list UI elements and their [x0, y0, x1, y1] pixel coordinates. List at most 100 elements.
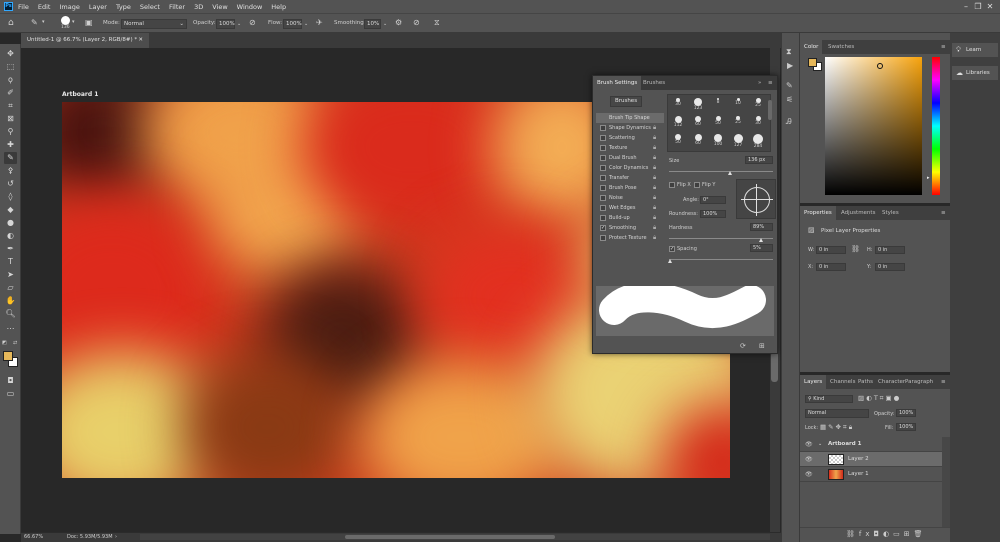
chevron-down-icon[interactable]: ⌄ [237, 19, 241, 29]
chevron-down-icon[interactable]: ⌄ [304, 19, 308, 29]
vertical-scroll-thumb[interactable] [771, 352, 778, 382]
brush-tip-preset[interactable]: 123 [691, 97, 705, 111]
roundness-field[interactable]: 100% [700, 210, 726, 218]
lock-icon[interactable]: 🔒︎ [653, 173, 656, 183]
brush-setting-item[interactable]: Protect Texture 🔒︎ [596, 233, 664, 243]
screen-mode-icon[interactable]: ▭ [4, 388, 17, 400]
type-tool-icon[interactable]: T [4, 256, 17, 268]
brush-tip-grid[interactable]: 30 123 8 10 25 112 60 50 25 30 50 60 100 127 284 [667, 94, 771, 152]
actions-panel-icon[interactable]: ▶ [787, 61, 793, 70]
panel-menu-icon[interactable]: ≡ [764, 76, 777, 90]
hand-tool-icon[interactable]: ✋ [4, 295, 17, 307]
symmetry-icon[interactable]: ⧖ [434, 18, 440, 28]
menu-type[interactable]: Type [116, 3, 131, 11]
opacity-field[interactable]: 100% [216, 19, 235, 29]
brush-setting-checkbox[interactable] [600, 215, 606, 221]
history-brush-tool-icon[interactable]: ↺ [4, 178, 17, 190]
lock-icon[interactable]: 🔒︎ [653, 223, 656, 233]
blend-mode-dropdown[interactable]: Normal [805, 409, 869, 418]
lock-icon[interactable]: 🔒︎ [653, 213, 656, 223]
crop-tool-icon[interactable]: ⌗ [4, 100, 17, 112]
brush-setting-item[interactable]: ✓ Smoothing 🔒︎ [596, 223, 664, 233]
menu-filter[interactable]: Filter [169, 3, 185, 11]
close-tab-icon[interactable]: ✕ [138, 33, 143, 48]
spacing-slider-track[interactable] [669, 259, 773, 260]
size-slider-thumb[interactable] [728, 171, 732, 175]
brush-tip-preset[interactable]: 30 [751, 115, 765, 129]
glyphs-panel-icon[interactable]: Ꭿ [786, 117, 792, 127]
filter-kind-dropdown[interactable]: ⚲ Kind [805, 395, 853, 403]
tab-brush-settings[interactable]: Brush Settings [593, 76, 642, 90]
flip-y-checkbox[interactable] [694, 182, 700, 188]
tab-color[interactable]: Color [800, 40, 823, 54]
lock-icon[interactable]: 🔒︎ [653, 153, 656, 163]
brush-tip-preset[interactable]: 10 [731, 97, 745, 111]
lock-icon[interactable]: 🔒︎ [653, 143, 656, 153]
brush-settings-panel-icon[interactable]: ⚟ [786, 95, 793, 104]
layers-footer-icons[interactable]: ⛓fx◘◐▭⊞🗑︎ [846, 530, 927, 538]
document-tab[interactable]: Untitled-1 @ 66.7% (Layer 2, RGB/8#) * ✕ [21, 33, 149, 48]
brush-setting-item[interactable]: Build-up 🔒︎ [596, 213, 664, 223]
brush-setting-item[interactable]: Texture 🔒︎ [596, 143, 664, 153]
quick-mask-icon[interactable]: ◘ [4, 375, 17, 387]
h-field[interactable]: 0 in [875, 246, 905, 254]
panel-menu-icon[interactable]: ≡ [937, 40, 950, 54]
brush-preset-chevron-icon[interactable]: ▾ [42, 17, 45, 27]
brush-setting-item[interactable]: Shape Dynamics 🔒︎ [596, 123, 664, 133]
menu-layer[interactable]: Layer [89, 3, 107, 11]
brush-tool-icon[interactable]: ✎ [31, 18, 38, 28]
horizontal-scroll-thumb[interactable] [345, 535, 555, 539]
brushes-button[interactable]: Brushes [610, 96, 642, 107]
brush-setting-item[interactable]: Brush Tip Shape [596, 113, 664, 123]
panel-menu-icon[interactable]: ≡ [937, 206, 950, 220]
menu-help[interactable]: Help [271, 3, 286, 11]
brush-tip-preset[interactable]: 284 [751, 133, 765, 149]
swap-colors-icon[interactable]: ⇄ [13, 340, 17, 346]
brush-setting-checkbox[interactable] [600, 235, 606, 241]
spacing-field[interactable]: 5% [750, 244, 773, 252]
brush-setting-checkbox[interactable] [600, 195, 606, 201]
path-selection-tool-icon[interactable]: ➤ [4, 269, 17, 281]
brush-tip-preset[interactable]: 25 [731, 115, 745, 129]
minimize-button[interactable]: – [960, 2, 972, 11]
brush-settings-toggle-icon[interactable]: ▣ [85, 18, 93, 28]
brush-tip-preset[interactable]: 25 [751, 97, 765, 111]
pressure-opacity-icon[interactable]: ⊘ [249, 18, 256, 28]
link-icon[interactable]: ⛓ [851, 245, 860, 253]
visibility-eye-icon[interactable]: 👁︎ [805, 452, 813, 467]
toggle-live-tip-icon[interactable]: ⟳ [740, 342, 746, 350]
restore-button[interactable]: ❐ [972, 2, 984, 11]
mode-dropdown[interactable]: Normal ⌄ [121, 19, 187, 29]
lock-icon[interactable]: 🔒︎ [653, 133, 656, 143]
layers-opacity-field[interactable]: 100% [896, 409, 916, 417]
brush-setting-item[interactable]: Dual Brush 🔒︎ [596, 153, 664, 163]
brush-setting-checkbox[interactable] [600, 155, 606, 161]
clone-stamp-tool-icon[interactable]: ⚴ [4, 165, 17, 177]
color-picker-ring[interactable] [877, 63, 883, 69]
hardness-slider-thumb[interactable] [759, 238, 763, 242]
tip-grid-scroll-thumb[interactable] [768, 100, 772, 120]
doc-info[interactable]: Doc: 5.93M/5.93M [67, 534, 113, 540]
brush-tip-preset[interactable]: 60 [691, 133, 705, 147]
default-colors-icon[interactable]: ◩ [2, 340, 7, 346]
fg-color-chip[interactable] [808, 58, 817, 67]
create-new-brush-icon[interactable]: ⊞ [759, 342, 765, 350]
healing-brush-tool-icon[interactable]: ✚ [4, 139, 17, 151]
x-field[interactable]: 0 in [816, 263, 846, 271]
zoom-level[interactable]: 66.67% [24, 534, 43, 540]
brush-setting-item[interactable]: Color Dynamics 🔒︎ [596, 163, 664, 173]
menu-3d[interactable]: 3D [194, 3, 203, 11]
brush-setting-checkbox[interactable] [600, 165, 606, 171]
libraries-button[interactable]: ☁︎ Libraries [952, 66, 998, 80]
frame-tool-icon[interactable]: ⊠ [4, 113, 17, 125]
tab-paragraph[interactable]: Paragraph [901, 375, 937, 389]
blur-tool-icon[interactable]: ● [4, 217, 17, 229]
chevron-down-icon[interactable]: ⌄ [383, 19, 387, 29]
brush-tool-icon[interactable]: ✎ [4, 152, 17, 164]
brush-setting-checkbox[interactable]: ✓ [600, 225, 606, 231]
airbrush-icon[interactable]: ✈ [316, 18, 323, 28]
tab-layers[interactable]: Layers [800, 375, 827, 389]
brush-angle-preview[interactable] [736, 179, 776, 219]
size-field[interactable]: 136 px [745, 156, 773, 164]
gear-icon[interactable]: ⚙ [395, 18, 402, 28]
